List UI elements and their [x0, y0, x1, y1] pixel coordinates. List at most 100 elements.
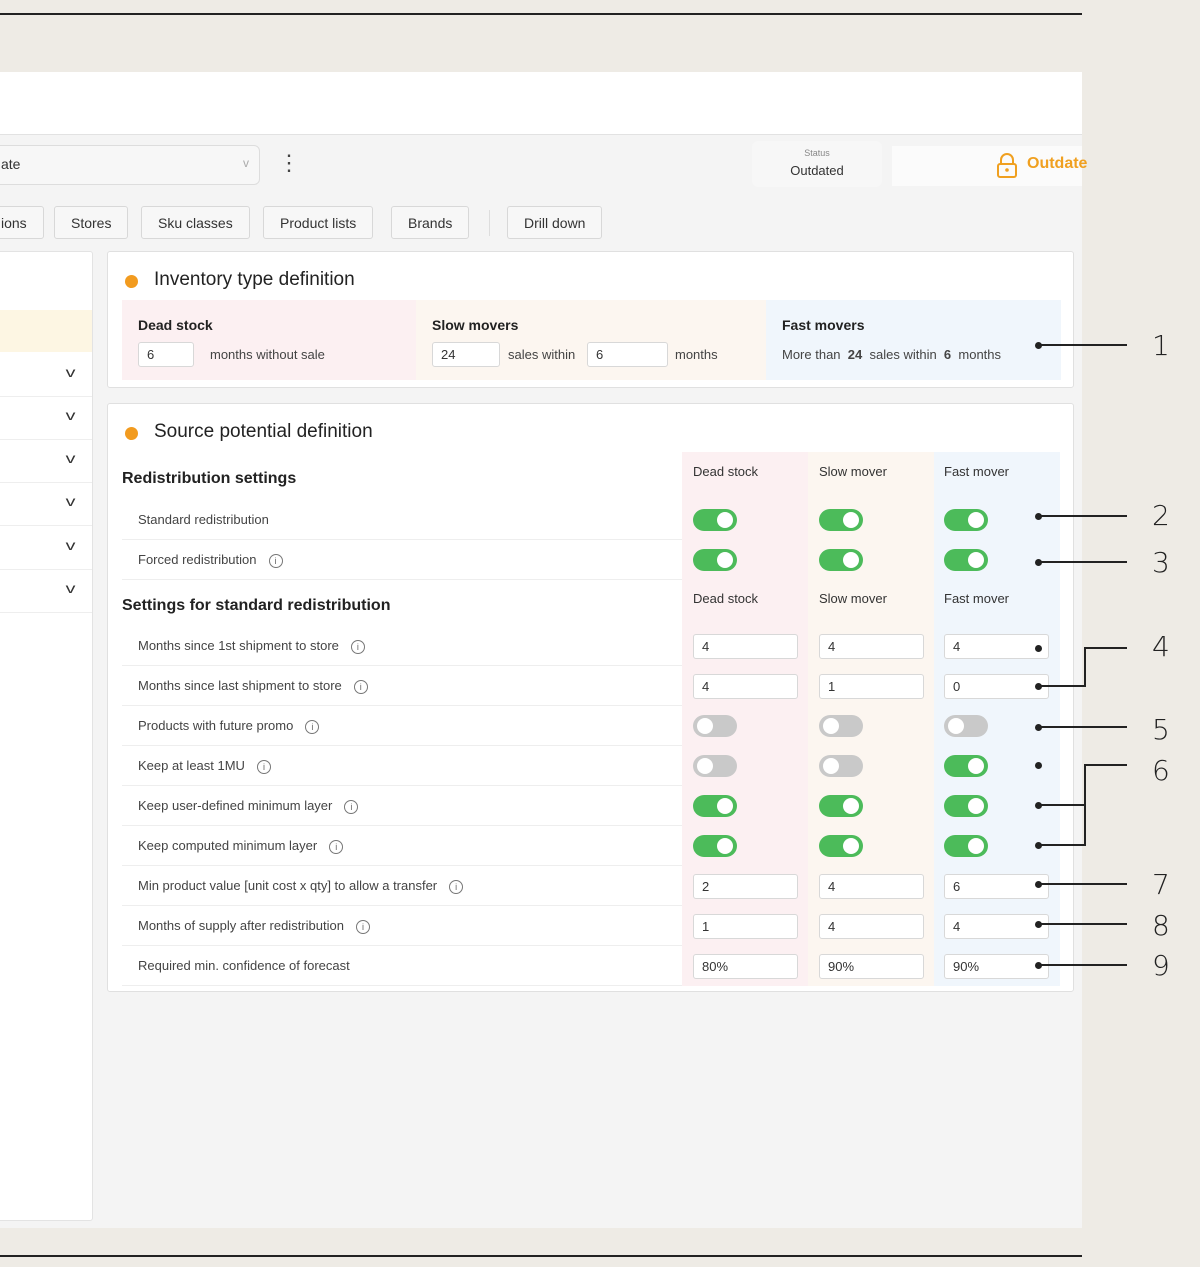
row-label-text: Months since last shipment to store: [138, 678, 342, 693]
dead-stock-label: Dead stock: [138, 317, 213, 333]
row-label-text: Keep at least 1MU: [138, 758, 245, 773]
value-input[interactable]: 4: [819, 914, 924, 939]
sidebar-item[interactable]: v: [0, 440, 92, 483]
row-label-text: Min product value [unit cost x qty] to a…: [138, 878, 438, 893]
value-input[interactable]: 4: [693, 634, 798, 659]
toggle-switch[interactable]: [693, 549, 737, 571]
value-input[interactable]: 6: [944, 874, 1049, 899]
tab-stores[interactable]: Stores: [54, 206, 129, 239]
annotation-line: [1039, 883, 1127, 885]
annotation-line: [1039, 685, 1085, 687]
toggle-switch[interactable]: [693, 755, 737, 777]
info-icon[interactable]: i: [350, 639, 365, 654]
lock-label: Outdate: [1027, 155, 1088, 172]
more-options-icon[interactable]: ⋮: [278, 152, 300, 174]
status-value: Outdated: [790, 163, 844, 178]
row-label: Min product value [unit cost x qty] to a…: [138, 878, 464, 894]
fast-text: months: [958, 347, 1002, 362]
slow-movers-months-input[interactable]: 6: [587, 342, 668, 367]
value-input[interactable]: 90%: [819, 954, 924, 979]
value-input[interactable]: 80%: [693, 954, 798, 979]
tab-brands[interactable]: Brands: [391, 206, 470, 239]
lock-status[interactable]: Outdate: [892, 146, 1087, 186]
toggle-switch[interactable]: [693, 509, 737, 531]
info-icon[interactable]: i: [256, 759, 271, 774]
sidebar-item-selected[interactable]: [0, 310, 92, 352]
info-icon[interactable]: i: [355, 919, 370, 934]
value-input[interactable]: 4: [944, 634, 1049, 659]
info-icon[interactable]: i: [305, 719, 320, 734]
info-icon[interactable]: i: [353, 679, 368, 694]
value-input[interactable]: 4: [819, 634, 924, 659]
fast-text: sales within: [869, 347, 937, 362]
value-input[interactable]: 4: [693, 674, 798, 699]
row-label-text: Months since 1st shipment to store: [138, 638, 339, 653]
row-label-text: Standard redistribution: [138, 512, 269, 527]
toggle-switch[interactable]: [944, 755, 988, 777]
dead-stock-months-input[interactable]: 6: [138, 342, 194, 367]
value-input[interactable]: 0: [944, 674, 1049, 699]
info-icon[interactable]: i: [344, 799, 359, 814]
column-header: Fast mover: [944, 464, 1010, 479]
value-input[interactable]: 1: [693, 914, 798, 939]
toggle-switch[interactable]: [693, 835, 737, 857]
annotation-bracket: [1084, 647, 1086, 687]
toggle-switch[interactable]: [693, 795, 737, 817]
row-label: Months since last shipment to store i: [138, 678, 368, 694]
view-select[interactable]: ate v: [0, 145, 260, 185]
toggle-switch[interactable]: [819, 755, 863, 777]
sidebar-item[interactable]: v: [0, 483, 92, 526]
sidebar-item[interactable]: v: [0, 397, 92, 440]
settings-row: Keep computed minimum layer i: [122, 826, 682, 866]
annotation-point: [1035, 921, 1042, 928]
sidebar-item[interactable]: v: [0, 570, 92, 613]
toggle-switch[interactable]: [819, 715, 863, 737]
toggle-switch[interactable]: [819, 509, 863, 531]
annotation-number: 4: [1152, 630, 1170, 663]
toggle-switch[interactable]: [944, 835, 988, 857]
value-input[interactable]: 2: [693, 874, 798, 899]
toggle-switch[interactable]: [944, 509, 988, 531]
chevron-down-icon: v: [65, 537, 76, 553]
settings-row: Standard redistribution: [122, 500, 682, 540]
annotation-line: [1039, 844, 1085, 846]
toggle-switch[interactable]: [819, 835, 863, 857]
settings-row: Months of supply after redistribution i: [122, 906, 682, 946]
toggle-switch[interactable]: [819, 549, 863, 571]
row-label: Products with future promo i: [138, 718, 320, 734]
value-input[interactable]: 4: [819, 874, 924, 899]
tab-drill-down[interactable]: Drill down: [507, 206, 603, 239]
toggle-switch[interactable]: [819, 795, 863, 817]
fast-text: More than: [782, 347, 841, 362]
annotation-point: [1035, 342, 1042, 349]
view-select-value: ate: [1, 156, 21, 172]
accent-dot: [125, 275, 138, 288]
column-header: Slow mover: [819, 591, 887, 606]
column-header: Dead stock: [693, 591, 759, 606]
value-input[interactable]: 4: [944, 914, 1049, 939]
fast-movers-text: More than 24 sales within 6 months: [782, 347, 1001, 362]
info-icon[interactable]: i: [449, 879, 464, 894]
slow-movers-panel: Slow movers 24 sales within 6 months: [416, 300, 766, 380]
info-icon[interactable]: i: [329, 839, 344, 854]
card-title: Inventory type definition: [154, 269, 355, 290]
row-label: Keep user-defined minimum layer i: [138, 798, 359, 814]
toggle-switch[interactable]: [944, 549, 988, 571]
row-label: Keep computed minimum layer i: [138, 838, 344, 854]
annotation-number: 6: [1152, 754, 1170, 787]
info-icon[interactable]: i: [268, 553, 283, 568]
toggle-switch[interactable]: [944, 715, 988, 737]
tab-locations[interactable]: ions: [0, 206, 44, 239]
sidebar-item[interactable]: v: [0, 354, 92, 397]
value-input[interactable]: 1: [819, 674, 924, 699]
toggle-switch[interactable]: [944, 795, 988, 817]
column-header: Dead stock: [693, 464, 759, 479]
tab-sku-classes[interactable]: Sku classes: [141, 206, 250, 239]
chevron-down-icon: v: [65, 493, 76, 509]
slow-movers-sales-input[interactable]: 24: [432, 342, 500, 367]
value-input[interactable]: 90%: [944, 954, 1049, 979]
tab-product-lists[interactable]: Product lists: [263, 206, 374, 239]
toggle-switch[interactable]: [693, 715, 737, 737]
sidebar-item[interactable]: v: [0, 527, 92, 570]
inventory-type-card: Inventory type definition Dead stock 6 m…: [107, 251, 1074, 388]
